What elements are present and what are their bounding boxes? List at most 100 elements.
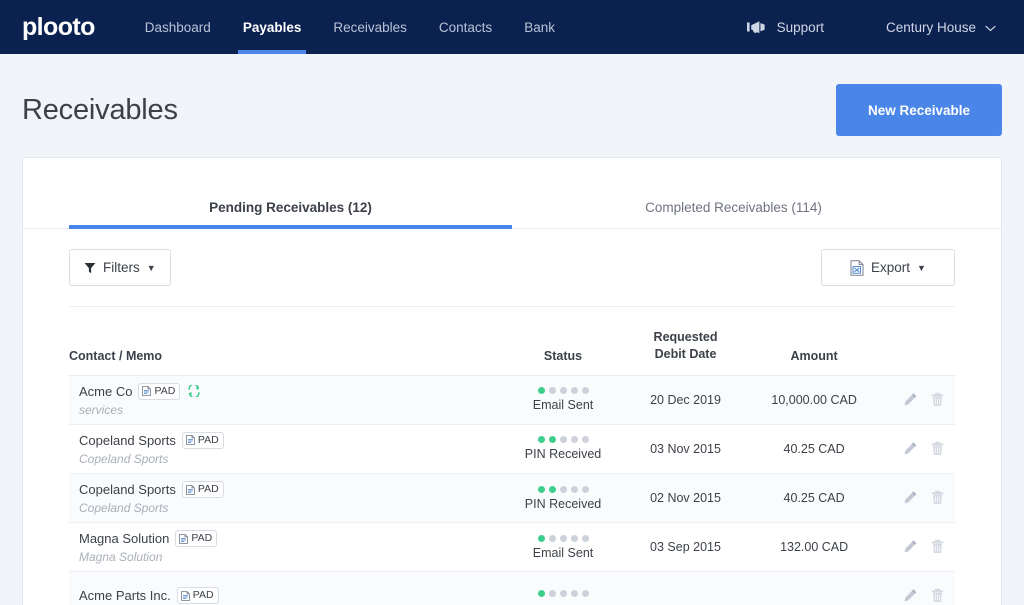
- status-dot: [560, 436, 567, 443]
- trash-icon[interactable]: [930, 588, 945, 603]
- support-button[interactable]: Support: [747, 20, 824, 35]
- nav-item-receivables-label: Receivables: [333, 20, 407, 35]
- status-dot: [571, 387, 578, 394]
- document-icon: [186, 485, 195, 495]
- contact-memo: Copeland Sports: [79, 452, 508, 466]
- column-header-requested-debit-date: Requested Debit Date: [618, 307, 753, 375]
- status-dot: [582, 387, 589, 394]
- table-row[interactable]: Copeland SportsPADCopeland SportsPIN Rec…: [69, 474, 955, 523]
- contact-name: Copeland Sports: [79, 433, 176, 448]
- document-icon: [142, 386, 151, 396]
- pencil-icon[interactable]: [903, 588, 918, 603]
- funnel-icon: [84, 262, 96, 274]
- cell-contact: Acme Parts Inc. PAD: [69, 572, 508, 605]
- pad-badge-label: PAD: [198, 434, 219, 447]
- cell-actions: [875, 375, 955, 424]
- contact-memo: services: [79, 403, 508, 417]
- status-dot: [571, 486, 578, 493]
- status-dot: [560, 590, 567, 597]
- cell-actions: [875, 474, 955, 523]
- cell-actions: [875, 424, 955, 473]
- status-dot: [560, 486, 567, 493]
- cell-contact: Magna SolutionPADMagna Solution: [69, 523, 508, 572]
- primary-nav: Dashboard Payables Receivables Contacts …: [129, 0, 571, 54]
- table-head: Contact / Memo Status Requested Debit Da…: [69, 307, 955, 375]
- account-label: Century House: [886, 20, 976, 35]
- status-dot: [549, 535, 556, 542]
- cell-status: Email Sent: [508, 523, 618, 572]
- cell-actions: [875, 523, 955, 572]
- pad-badge-label: PAD: [198, 483, 219, 496]
- contact-name: Acme Parts Inc.: [79, 588, 171, 603]
- cell-amount: 10,000.00 CAD: [753, 375, 875, 424]
- nav-item-receivables[interactable]: Receivables: [317, 0, 423, 54]
- table-row[interactable]: Acme Parts Inc. PAD: [69, 572, 955, 605]
- trash-icon[interactable]: [930, 490, 945, 505]
- status-dots: [508, 590, 618, 597]
- nav-item-bank[interactable]: Bank: [508, 0, 571, 54]
- table-row[interactable]: Magna SolutionPADMagna SolutionEmail Sen…: [69, 523, 955, 572]
- nav-item-dashboard[interactable]: Dashboard: [129, 0, 227, 54]
- status-dot: [538, 535, 545, 542]
- table-toolbar: Filters ▼ Export ▼: [23, 229, 1001, 286]
- nav-item-payables-label: Payables: [243, 20, 302, 35]
- status-dot: [582, 436, 589, 443]
- receivables-table-wrap: Contact / Memo Status Requested Debit Da…: [23, 307, 1001, 605]
- cell-contact: Copeland Sports PAD Copeland Sports: [69, 424, 508, 473]
- navbar-right-group: Support Century House: [747, 20, 1002, 35]
- trash-icon[interactable]: [930, 392, 945, 407]
- status-dot: [582, 486, 589, 493]
- table-row[interactable]: Acme CoPADservicesEmail Sent20 Dec 20191…: [69, 375, 955, 424]
- account-menu[interactable]: Century House: [886, 20, 996, 35]
- document-icon: [186, 435, 195, 445]
- column-header-actions: [875, 307, 955, 375]
- table-row[interactable]: Copeland SportsPADCopeland SportsPIN Rec…: [69, 424, 955, 473]
- cell-requested-debit-date: 03 Sep 2015: [618, 523, 753, 572]
- export-label: Export: [871, 260, 910, 275]
- tab-bar: Pending Receivables (12) Completed Recei…: [23, 186, 1001, 229]
- nav-item-payables[interactable]: Payables: [227, 0, 318, 54]
- trash-icon[interactable]: [930, 539, 945, 554]
- status-dots: [508, 387, 618, 394]
- new-receivable-button[interactable]: New Receivable: [836, 84, 1002, 136]
- filters-button[interactable]: Filters ▼: [69, 249, 171, 286]
- trash-icon[interactable]: [930, 441, 945, 456]
- column-header-date-line1: Requested: [654, 330, 718, 344]
- status-dots: [508, 486, 618, 493]
- tab-pending-receivables-label: Pending Receivables (12): [209, 200, 372, 215]
- status-dot: [538, 436, 545, 443]
- pencil-icon[interactable]: [903, 392, 918, 407]
- tab-pending-receivables[interactable]: Pending Receivables (12): [69, 186, 512, 228]
- filters-label: Filters: [103, 260, 140, 275]
- pad-badge: PAD: [138, 383, 180, 400]
- pencil-icon[interactable]: [903, 441, 918, 456]
- nav-item-contacts[interactable]: Contacts: [423, 0, 508, 54]
- status-dot: [560, 387, 567, 394]
- plooto-logo[interactable]: plooto: [22, 15, 95, 40]
- pencil-icon[interactable]: [903, 490, 918, 505]
- tab-completed-receivables-label: Completed Receivables (114): [645, 200, 822, 215]
- support-label: Support: [777, 20, 824, 35]
- export-button[interactable]: Export ▼: [821, 249, 955, 286]
- pad-badge-label: PAD: [193, 589, 214, 602]
- spreadsheet-export-icon: [850, 260, 864, 276]
- table-body: Acme CoPADservicesEmail Sent20 Dec 20191…: [69, 375, 955, 605]
- cell-amount: 132.00 CAD: [753, 523, 875, 572]
- pad-badge: PAD: [182, 432, 224, 449]
- status-dot: [549, 387, 556, 394]
- document-icon: [179, 534, 188, 544]
- status-dot: [571, 436, 578, 443]
- megaphone-icon: [747, 20, 766, 35]
- receivables-card: Pending Receivables (12) Completed Recei…: [22, 157, 1002, 605]
- contact-memo: Magna Solution: [79, 550, 508, 564]
- status-dot: [538, 590, 545, 597]
- top-navbar: plooto Dashboard Payables Receivables Co…: [0, 0, 1024, 54]
- nav-item-bank-label: Bank: [524, 20, 555, 35]
- caret-down-icon: ▼: [917, 263, 926, 273]
- column-header-date-line2: Debit Date: [655, 347, 717, 361]
- status-label: Email Sent: [508, 398, 618, 412]
- pencil-icon[interactable]: [903, 539, 918, 554]
- cell-status: [508, 572, 618, 605]
- tab-completed-receivables[interactable]: Completed Receivables (114): [512, 186, 955, 228]
- page-header: Receivables New Receivable: [0, 54, 1024, 136]
